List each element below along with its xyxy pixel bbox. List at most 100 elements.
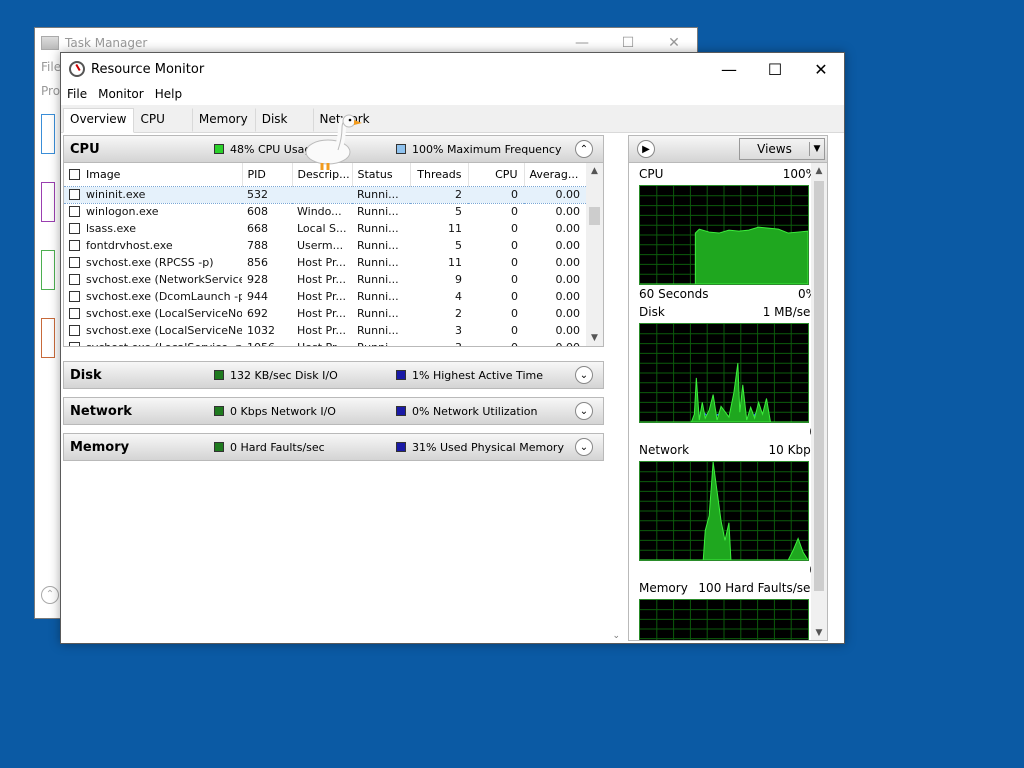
column-header-cpu[interactable]: CPU — [468, 163, 525, 186]
cell-threads: 2 — [410, 185, 468, 204]
graph-scroll-down-icon[interactable]: ▼ — [811, 625, 827, 640]
network-graph-max: 10 Kbps — [768, 443, 817, 457]
cell-threads: 11 — [448, 222, 462, 235]
graph-panel: ▶ Views ▼ CPU 100% 60 Seconds 0% Disk 1 … — [624, 135, 844, 643]
minimize-button[interactable]: — — [706, 53, 752, 85]
minimize-icon[interactable]: — — [559, 35, 605, 51]
cell-pid: 692 — [247, 307, 268, 320]
sidebar-disk-thumb[interactable] — [41, 250, 55, 290]
cell-cpu: 0 — [511, 324, 518, 337]
scroll-up-icon[interactable]: ▲ — [586, 163, 603, 180]
cell-status: Runni... — [357, 256, 399, 269]
table-row[interactable]: svchost.exe (NetworkService... 928 Host Pr… — [64, 271, 586, 288]
cell-description: Host Pr... — [297, 307, 346, 320]
maximize-button[interactable]: ☐ — [752, 53, 798, 85]
cell-average: 0.00 — [555, 273, 581, 286]
cell-cpu: 0 — [511, 205, 518, 219]
cell-pid: 788 — [247, 239, 268, 252]
row-checkbox[interactable] — [69, 291, 80, 302]
graph-scroll-up-icon[interactable]: ▲ — [811, 163, 827, 179]
table-row[interactable]: svchost.exe (LocalServiceNet... 1032 Host … — [64, 322, 586, 339]
row-checkbox[interactable] — [69, 257, 80, 268]
collapse-cpu-icon[interactable]: ⌃ — [575, 140, 593, 158]
row-checkbox[interactable] — [69, 274, 80, 285]
memory-section-title: Memory — [70, 439, 130, 455]
memory-faults-text: 0 Hard Faults/sec — [230, 440, 325, 454]
expand-disk-icon[interactable]: ⌄ — [575, 366, 593, 384]
menu-monitor[interactable]: Monitor — [98, 85, 151, 105]
collapse-graphs-icon[interactable]: ▶ — [637, 140, 655, 158]
table-row[interactable]: svchost.exe (DcomLaunch -p) 944 Host Pr...… — [64, 288, 586, 305]
column-header-average[interactable]: Averag... — [524, 163, 587, 186]
network-io-text: 0 Kbps Network I/O — [230, 404, 336, 418]
table-row[interactable]: svchost.exe (LocalServiceNo... 692 Host Pr… — [64, 305, 586, 322]
row-checkbox[interactable] — [69, 308, 80, 319]
row-checkbox[interactable] — [69, 189, 80, 200]
sidebar-ethernet-thumb[interactable] — [41, 318, 55, 358]
memory-faults-indicator: 0 Hard Faults/sec — [214, 441, 325, 454]
maximize-icon[interactable]: ☐ — [605, 35, 651, 51]
sidebar-memory-thumb[interactable] — [41, 182, 55, 222]
fewer-details-icon[interactable]: ⌃ — [41, 586, 59, 604]
views-label: Views — [740, 142, 810, 156]
graphs-area: CPU 100% 60 Seconds 0% Disk 1 MB/sec Net… — [628, 163, 828, 641]
table-row[interactable]: svchost.exe (RPCSS -p) 856 Host Pr... Runni… — [64, 254, 586, 271]
graph-panel-scrollbar[interactable]: ▲ ▼ — [811, 163, 827, 640]
table-row[interactable]: winlogon.exe 608 Windo... Runni... 5 0 0.00 — [64, 203, 586, 220]
tab-cpu[interactable]: CPU — [134, 108, 172, 132]
network-util-swatch — [396, 406, 406, 416]
tab-memory[interactable]: Memory — [191, 108, 255, 132]
graph-scroll-thumb[interactable] — [814, 181, 824, 591]
cell-threads: 5 — [455, 239, 462, 252]
memory-used-indicator: 31% Used Physical Memory — [396, 441, 564, 454]
close-icon[interactable]: ✕ — [651, 35, 697, 51]
close-button[interactable]: ✕ — [798, 53, 844, 85]
row-checkbox[interactable] — [69, 325, 80, 336]
cell-description — [292, 185, 352, 204]
main-scroll-down-icon[interactable]: ⌄ — [612, 631, 620, 641]
expand-network-icon[interactable]: ⌄ — [575, 402, 593, 420]
disk-section-header[interactable]: Disk 132 KB/sec Disk I/O 1% Highest Acti… — [63, 361, 604, 389]
menu-help[interactable]: Help — [155, 85, 189, 105]
views-dropdown[interactable]: Views ▼ — [739, 138, 825, 160]
row-checkbox[interactable] — [69, 206, 80, 218]
sidebar-cpu-thumb[interactable] — [41, 114, 55, 154]
process-scrollbar[interactable]: ▲ ▼ — [586, 163, 603, 346]
row-checkbox[interactable] — [69, 223, 80, 234]
table-row[interactable]: wininit.exe 532 Runni... 2 0 0.00 — [64, 185, 586, 204]
cell-average: 0.00 — [555, 222, 581, 235]
column-header-pid[interactable]: PID — [242, 163, 293, 186]
cell-cpu: 0 — [511, 290, 518, 303]
resource-monitor-titlebar[interactable]: Resource Monitor — ☐ ✕ — [61, 53, 844, 85]
column-header-threads[interactable]: Threads — [410, 163, 469, 186]
cell-threads: 5 — [455, 205, 462, 219]
row-checkbox[interactable] — [69, 240, 80, 251]
resource-monitor-icon — [69, 61, 85, 77]
expand-memory-icon[interactable]: ⌄ — [575, 438, 593, 456]
cell-image: svchost.exe (NetworkService... — [64, 271, 242, 288]
row-checkbox[interactable] — [69, 342, 80, 346]
disk-graph-max: 1 MB/sec — [762, 305, 817, 319]
task-manager-menu-file[interactable]: File — [41, 60, 61, 74]
cell-image: winlogon.exe — [64, 203, 242, 220]
cell-pid: 1056 — [242, 339, 292, 346]
task-manager-title: Task Manager — [65, 36, 148, 50]
cell-average: 0.00 — [555, 239, 581, 252]
menu-file[interactable]: File — [67, 85, 94, 105]
table-row[interactable]: fontdrvhost.exe 788 Userm... Runni... 5 0 0.00 — [64, 237, 586, 254]
memory-graph-title: Memory — [639, 581, 688, 595]
cell-cpu: 0 — [511, 222, 518, 235]
network-section-title: Network — [70, 403, 132, 419]
cell-cpu: 0 — [511, 273, 518, 286]
memory-section-header[interactable]: Memory 0 Hard Faults/sec 31% Used Physic… — [63, 433, 604, 461]
cell-cpu: 0 — [468, 185, 524, 204]
scroll-thumb[interactable] — [589, 207, 600, 225]
scroll-down-icon[interactable]: ▼ — [586, 330, 603, 346]
network-section-header[interactable]: Network 0 Kbps Network I/O 0% Network Ut… — [63, 397, 604, 425]
column-header-image[interactable]: Image — [64, 163, 243, 186]
tab-disk[interactable]: Disk — [254, 108, 295, 132]
table-row[interactable]: svchost.exe (LocalService -p)1056Host Pr… — [64, 339, 586, 346]
tab-overview[interactable]: Overview — [63, 108, 134, 133]
select-all-checkbox[interactable] — [69, 168, 80, 180]
table-row[interactable]: lsass.exe 668 Local S... Runni... 11 0 0.00 — [64, 220, 586, 237]
